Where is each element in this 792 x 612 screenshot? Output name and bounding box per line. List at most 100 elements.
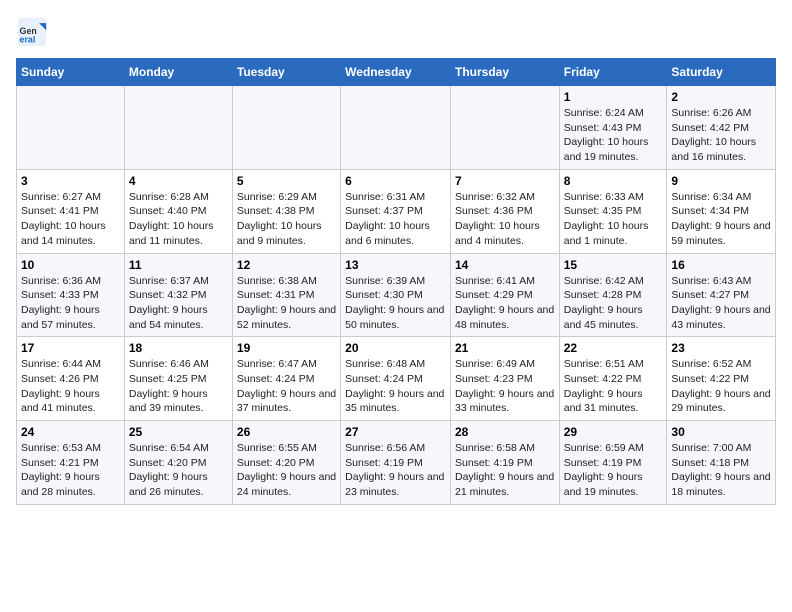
calendar-cell: 26 Sunrise: 6:55 AM Sunset: 4:20 PM Dayl… xyxy=(232,421,340,505)
day-number: 27 xyxy=(345,425,446,439)
calendar-week-row: 10 Sunrise: 6:36 AM Sunset: 4:33 PM Dayl… xyxy=(17,253,776,337)
calendar-cell: 3 Sunrise: 6:27 AM Sunset: 4:41 PM Dayli… xyxy=(17,169,125,253)
sunrise-label: Sunrise: xyxy=(671,442,710,454)
sunset-label: Sunset: xyxy=(671,457,707,469)
daylight-label: Daylight: 10 hours and 4 minutes. xyxy=(455,220,540,247)
weekday-header-row: SundayMondayTuesdayWednesdayThursdayFrid… xyxy=(17,59,776,86)
daylight-label: Daylight: 9 hours and 43 minutes. xyxy=(671,304,770,331)
sunset-label: Sunset: xyxy=(237,457,273,469)
sunset-label: Sunset: xyxy=(21,289,57,301)
day-info: Sunrise: 6:59 AM Sunset: 4:19 PM Dayligh… xyxy=(564,441,663,500)
calendar-week-row: 17 Sunrise: 6:44 AM Sunset: 4:26 PM Dayl… xyxy=(17,337,776,421)
calendar-cell xyxy=(450,86,559,170)
calendar-cell: 11 Sunrise: 6:37 AM Sunset: 4:32 PM Dayl… xyxy=(124,253,232,337)
day-number: 19 xyxy=(237,341,336,355)
calendar-week-row: 3 Sunrise: 6:27 AM Sunset: 4:41 PM Dayli… xyxy=(17,169,776,253)
sunrise-label: Sunrise: xyxy=(21,191,60,203)
calendar-cell: 20 Sunrise: 6:48 AM Sunset: 4:24 PM Dayl… xyxy=(341,337,451,421)
sunrise-label: Sunrise: xyxy=(237,191,276,203)
day-info: Sunrise: 6:33 AM Sunset: 4:35 PM Dayligh… xyxy=(564,190,663,249)
daylight-label: Daylight: 9 hours and 52 minutes. xyxy=(237,304,336,331)
calendar-cell: 5 Sunrise: 6:29 AM Sunset: 4:38 PM Dayli… xyxy=(232,169,340,253)
sunset-label: Sunset: xyxy=(564,122,600,134)
page-header: Gen eral xyxy=(16,16,776,48)
day-info: Sunrise: 6:46 AM Sunset: 4:25 PM Dayligh… xyxy=(129,357,228,416)
sunrise-label: Sunrise: xyxy=(21,442,60,454)
sunrise-label: Sunrise: xyxy=(564,275,603,287)
calendar-cell: 30 Sunrise: 7:00 AM Sunset: 4:18 PM Dayl… xyxy=(667,421,776,505)
daylight-label: Daylight: 10 hours and 6 minutes. xyxy=(345,220,430,247)
calendar-cell: 19 Sunrise: 6:47 AM Sunset: 4:24 PM Dayl… xyxy=(232,337,340,421)
daylight-label: Daylight: 9 hours and 54 minutes. xyxy=(129,304,208,331)
sunset-label: Sunset: xyxy=(345,205,381,217)
day-info: Sunrise: 6:31 AM Sunset: 4:37 PM Dayligh… xyxy=(345,190,446,249)
sunrise-label: Sunrise: xyxy=(237,442,276,454)
sunset-label: Sunset: xyxy=(21,373,57,385)
svg-text:eral: eral xyxy=(20,35,36,45)
calendar-cell: 12 Sunrise: 6:38 AM Sunset: 4:31 PM Dayl… xyxy=(232,253,340,337)
daylight-label: Daylight: 10 hours and 19 minutes. xyxy=(564,136,649,163)
day-number: 14 xyxy=(455,258,555,272)
sunset-label: Sunset: xyxy=(21,457,57,469)
daylight-label: Daylight: 9 hours and 41 minutes. xyxy=(21,388,100,415)
day-number: 26 xyxy=(237,425,336,439)
day-number: 12 xyxy=(237,258,336,272)
day-number: 30 xyxy=(671,425,771,439)
calendar-cell xyxy=(17,86,125,170)
daylight-label: Daylight: 9 hours and 37 minutes. xyxy=(237,388,336,415)
calendar-cell: 1 Sunrise: 6:24 AM Sunset: 4:43 PM Dayli… xyxy=(559,86,667,170)
day-info: Sunrise: 6:52 AM Sunset: 4:22 PM Dayligh… xyxy=(671,357,771,416)
sunrise-label: Sunrise: xyxy=(237,275,276,287)
calendar-cell: 7 Sunrise: 6:32 AM Sunset: 4:36 PM Dayli… xyxy=(450,169,559,253)
weekday-header: Thursday xyxy=(450,59,559,86)
logo: Gen eral xyxy=(16,16,52,48)
day-info: Sunrise: 6:47 AM Sunset: 4:24 PM Dayligh… xyxy=(237,357,336,416)
calendar-cell: 16 Sunrise: 6:43 AM Sunset: 4:27 PM Dayl… xyxy=(667,253,776,337)
day-info: Sunrise: 6:32 AM Sunset: 4:36 PM Dayligh… xyxy=(455,190,555,249)
daylight-label: Daylight: 9 hours and 35 minutes. xyxy=(345,388,444,415)
day-info: Sunrise: 6:49 AM Sunset: 4:23 PM Dayligh… xyxy=(455,357,555,416)
sunrise-label: Sunrise: xyxy=(564,191,603,203)
day-info: Sunrise: 6:42 AM Sunset: 4:28 PM Dayligh… xyxy=(564,274,663,333)
sunrise-label: Sunrise: xyxy=(455,442,494,454)
daylight-label: Daylight: 9 hours and 28 minutes. xyxy=(21,471,100,498)
calendar-week-row: 24 Sunrise: 6:53 AM Sunset: 4:21 PM Dayl… xyxy=(17,421,776,505)
sunrise-label: Sunrise: xyxy=(21,358,60,370)
calendar-table: SundayMondayTuesdayWednesdayThursdayFrid… xyxy=(16,58,776,505)
sunrise-label: Sunrise: xyxy=(129,275,168,287)
sunset-label: Sunset: xyxy=(237,373,273,385)
sunrise-label: Sunrise: xyxy=(345,275,384,287)
sunset-label: Sunset: xyxy=(237,289,273,301)
sunset-label: Sunset: xyxy=(345,373,381,385)
daylight-label: Daylight: 9 hours and 26 minutes. xyxy=(129,471,208,498)
day-info: Sunrise: 6:43 AM Sunset: 4:27 PM Dayligh… xyxy=(671,274,771,333)
calendar-cell: 10 Sunrise: 6:36 AM Sunset: 4:33 PM Dayl… xyxy=(17,253,125,337)
sunrise-label: Sunrise: xyxy=(564,358,603,370)
day-number: 9 xyxy=(671,174,771,188)
sunset-label: Sunset: xyxy=(455,205,491,217)
sunset-label: Sunset: xyxy=(671,122,707,134)
calendar-cell: 28 Sunrise: 6:58 AM Sunset: 4:19 PM Dayl… xyxy=(450,421,559,505)
calendar-cell: 17 Sunrise: 6:44 AM Sunset: 4:26 PM Dayl… xyxy=(17,337,125,421)
day-info: Sunrise: 7:00 AM Sunset: 4:18 PM Dayligh… xyxy=(671,441,771,500)
weekday-header: Saturday xyxy=(667,59,776,86)
daylight-label: Daylight: 10 hours and 1 minute. xyxy=(564,220,649,247)
logo-icon: Gen eral xyxy=(16,16,48,48)
daylight-label: Daylight: 9 hours and 31 minutes. xyxy=(564,388,643,415)
sunrise-label: Sunrise: xyxy=(671,358,710,370)
daylight-label: Daylight: 9 hours and 59 minutes. xyxy=(671,220,770,247)
calendar-cell xyxy=(341,86,451,170)
sunset-label: Sunset: xyxy=(564,205,600,217)
day-info: Sunrise: 6:38 AM Sunset: 4:31 PM Dayligh… xyxy=(237,274,336,333)
sunset-label: Sunset: xyxy=(564,289,600,301)
daylight-label: Daylight: 9 hours and 50 minutes. xyxy=(345,304,444,331)
sunrise-label: Sunrise: xyxy=(129,191,168,203)
sunset-label: Sunset: xyxy=(455,457,491,469)
calendar-week-row: 1 Sunrise: 6:24 AM Sunset: 4:43 PM Dayli… xyxy=(17,86,776,170)
sunset-label: Sunset: xyxy=(21,205,57,217)
day-number: 15 xyxy=(564,258,663,272)
day-number: 2 xyxy=(671,90,771,104)
day-number: 18 xyxy=(129,341,228,355)
day-number: 25 xyxy=(129,425,228,439)
calendar-cell xyxy=(232,86,340,170)
